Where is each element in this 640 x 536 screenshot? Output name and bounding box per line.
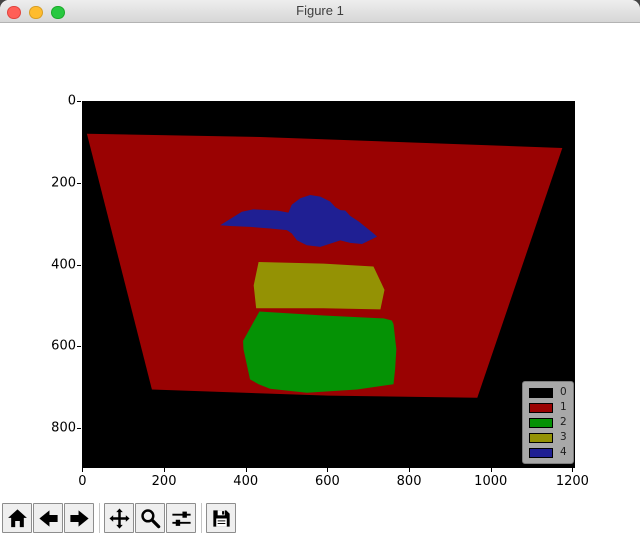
plot-area[interactable]: 0 1 2 3 4 xyxy=(82,101,575,468)
x-tick-label: 0 xyxy=(78,474,86,489)
save-floppy-icon xyxy=(210,507,233,530)
legend-row: 1 xyxy=(529,403,567,412)
magnifier-icon xyxy=(139,507,162,530)
legend-swatch xyxy=(529,388,553,398)
x-tick-mark xyxy=(164,468,165,472)
legend-label: 2 xyxy=(560,418,567,427)
y-tick-label: 0 xyxy=(68,94,76,109)
x-tick-mark xyxy=(491,468,492,472)
legend-row: 3 xyxy=(529,433,567,442)
pan-button[interactable] xyxy=(104,503,134,533)
x-tick-label: 400 xyxy=(233,474,258,489)
legend-label: 3 xyxy=(560,433,567,442)
y-tick-mark xyxy=(77,265,81,266)
x-tick-label: 600 xyxy=(315,474,340,489)
legend-swatch xyxy=(529,403,553,413)
home-button[interactable] xyxy=(2,503,32,533)
back-arrow-icon xyxy=(37,507,60,530)
region-class-3 xyxy=(254,262,385,309)
save-button[interactable] xyxy=(206,503,236,533)
x-tick-mark xyxy=(82,468,83,472)
x-tick-label: 200 xyxy=(152,474,177,489)
legend-row: 4 xyxy=(529,448,567,457)
toolbar xyxy=(2,503,237,533)
toolbar-separator xyxy=(201,503,202,533)
y-tick-mark xyxy=(77,183,81,184)
x-tick-mark xyxy=(246,468,247,472)
sliders-icon xyxy=(170,507,193,530)
y-tick-label: 800 xyxy=(51,420,76,435)
legend-swatch xyxy=(529,448,553,458)
home-icon xyxy=(6,507,29,530)
region-class-2 xyxy=(243,311,396,392)
segmentation-image xyxy=(82,101,575,468)
x-tick-label: 800 xyxy=(397,474,422,489)
forward-button[interactable] xyxy=(64,503,94,533)
legend-label: 0 xyxy=(560,388,567,397)
legend-label: 1 xyxy=(560,403,567,412)
legend-swatch xyxy=(529,418,553,428)
figure-window: Figure 1 0 1 2 3 4 0 200 400 600 800 1000 1200 0 20… xyxy=(0,0,640,536)
legend: 0 1 2 3 4 xyxy=(522,381,574,464)
x-tick-label: 1000 xyxy=(474,474,507,489)
x-tick-mark xyxy=(327,468,328,472)
pan-icon xyxy=(108,507,131,530)
figure-canvas: 0 1 2 3 4 0 200 400 600 800 1000 1200 0 200 400 600 80… xyxy=(0,23,640,536)
legend-row: 0 xyxy=(529,388,567,397)
legend-swatch xyxy=(529,433,553,443)
y-tick-label: 600 xyxy=(51,339,76,354)
y-tick-mark xyxy=(77,346,81,347)
zoom-rect-button[interactable] xyxy=(135,503,165,533)
toolbar-separator xyxy=(99,503,100,533)
window-title: Figure 1 xyxy=(0,0,640,22)
y-tick-label: 400 xyxy=(51,257,76,272)
back-button[interactable] xyxy=(33,503,63,533)
y-tick-mark xyxy=(77,101,81,102)
x-tick-label: 1200 xyxy=(556,474,589,489)
legend-label: 4 xyxy=(560,448,567,457)
x-tick-mark xyxy=(409,468,410,472)
configure-subplots-button[interactable] xyxy=(166,503,196,533)
y-tick-label: 200 xyxy=(51,176,76,191)
forward-arrow-icon xyxy=(68,507,91,530)
x-tick-mark xyxy=(572,468,573,472)
titlebar[interactable]: Figure 1 xyxy=(0,0,640,23)
legend-row: 2 xyxy=(529,418,567,427)
y-tick-mark xyxy=(77,428,81,429)
